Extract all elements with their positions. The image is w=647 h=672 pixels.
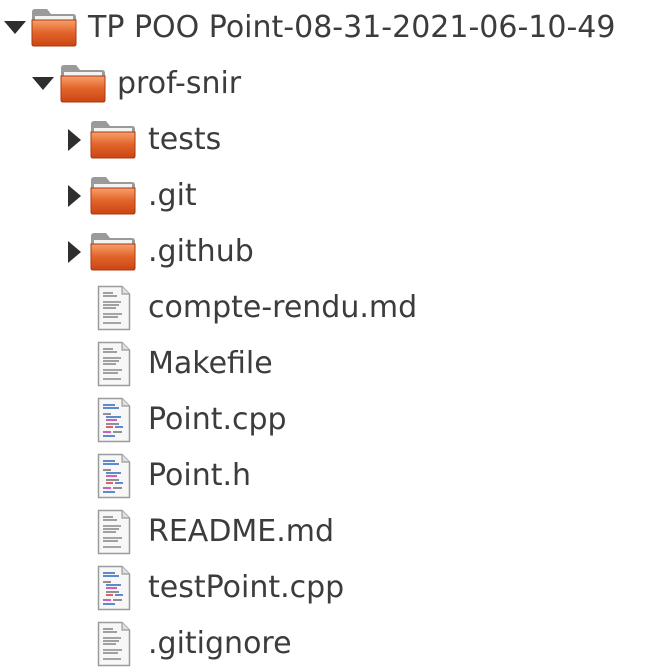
tree-row-folder[interactable]: tests: [0, 112, 647, 168]
tree-label: prof-snir: [117, 66, 242, 101]
tree-label: tests: [148, 122, 222, 157]
tree-row-prof-snir[interactable]: prof-snir: [0, 56, 647, 112]
folder-icon: [89, 174, 137, 216]
folder-icon: [30, 6, 78, 48]
tree-row-root[interactable]: TP POO Point-08-31-2021-06-10-49: [0, 0, 647, 56]
file-tree: TP POO Point-08-31-2021-06-10-49 prof-sn…: [0, 0, 647, 672]
tree-label: .gitignore: [148, 626, 292, 661]
text-file-icon: [97, 621, 131, 667]
source-file-icon: [97, 565, 131, 611]
tree-label: TP POO Point-08-31-2021-06-10-49: [88, 10, 616, 45]
tree-label: README.md: [148, 514, 335, 549]
tree-row-file[interactable]: .gitignore: [0, 616, 647, 672]
tree-label: .git: [148, 178, 197, 213]
tree-row-file[interactable]: compte-rendu.md: [0, 280, 647, 336]
folder-icon: [89, 118, 137, 160]
tree-row-file[interactable]: Point.cpp: [0, 392, 647, 448]
folder-icon: [59, 62, 107, 104]
tree-row-file[interactable]: README.md: [0, 504, 647, 560]
tree-row-folder[interactable]: .git: [0, 168, 647, 224]
tree-label: Makefile: [148, 346, 273, 381]
text-file-icon: [97, 341, 131, 387]
tree-label: .github: [148, 234, 254, 269]
tree-row-file[interactable]: Makefile: [0, 336, 647, 392]
tree-label: compte-rendu.md: [148, 290, 418, 325]
tree-label: Point.h: [148, 458, 252, 493]
text-file-icon: [97, 285, 131, 331]
tree-row-file[interactable]: testPoint.cpp: [0, 560, 647, 616]
collapsed-arrow-icon[interactable]: [68, 185, 81, 207]
collapsed-arrow-icon[interactable]: [68, 129, 81, 151]
tree-label: Point.cpp: [148, 402, 287, 437]
expand-arrow-icon[interactable]: [4, 21, 26, 34]
folder-icon: [89, 230, 137, 272]
text-file-icon: [97, 509, 131, 555]
tree-row-folder[interactable]: .github: [0, 224, 647, 280]
source-file-icon: [97, 397, 131, 443]
source-file-icon: [97, 453, 131, 499]
collapsed-arrow-icon[interactable]: [68, 241, 81, 263]
tree-row-file[interactable]: Point.h: [0, 448, 647, 504]
tree-label: testPoint.cpp: [148, 570, 345, 605]
expand-arrow-icon[interactable]: [32, 77, 54, 90]
